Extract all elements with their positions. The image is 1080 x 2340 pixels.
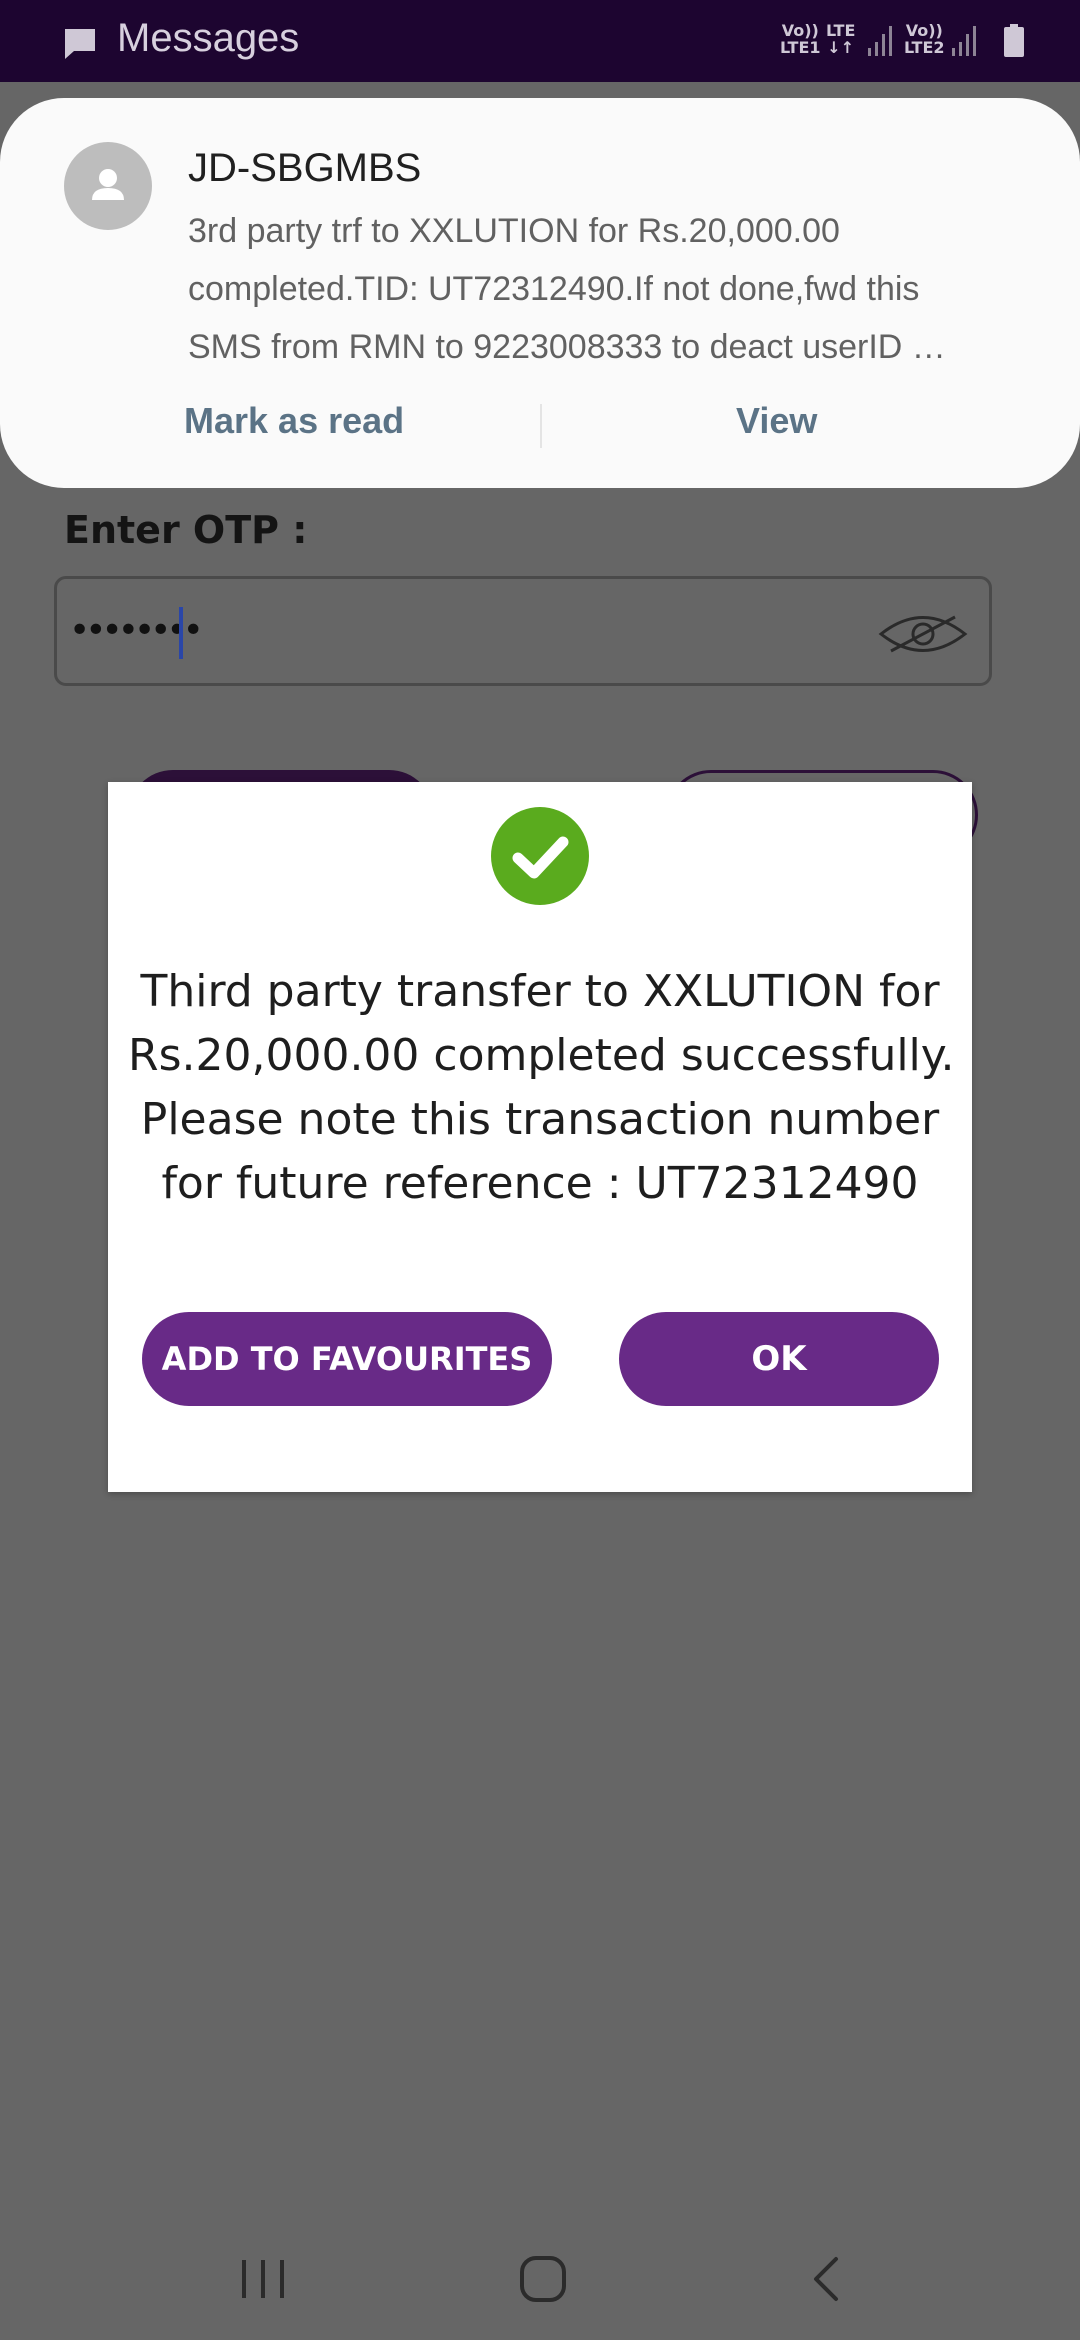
status-bar: Messages Vo)) LTE1 LTE ↓↑ Vo)) LTE2 <box>0 0 1080 82</box>
sim1-network: LTE1 <box>780 38 821 57</box>
sim2-network: LTE2 <box>904 38 945 57</box>
person-avatar-icon <box>64 142 152 230</box>
eye-slash-icon[interactable] <box>873 609 973 659</box>
success-dialog: Third party transfer to XXLUTION for Rs.… <box>108 782 972 1492</box>
success-check-icon <box>491 807 589 905</box>
dialog-message-line: Rs.20,000.00 completed successfully. <box>128 1030 955 1081</box>
dialog-message-line: Please note this transaction number <box>140 1094 940 1145</box>
mark-as-read-button[interactable]: Mark as read <box>184 400 404 442</box>
notification-body: 3rd party trf to XXLUTION for Rs.20,000.… <box>188 202 1028 376</box>
sim1-indicator: Vo)) LTE1 <box>780 22 821 56</box>
add-to-favourites-button[interactable]: ADD TO FAVOURITES <box>142 1312 552 1406</box>
dialog-message: Third party transfer to XXLUTION for Rs.… <box>128 960 955 1216</box>
home-icon[interactable] <box>518 2254 568 2304</box>
otp-input[interactable]: •••••••• <box>54 576 992 686</box>
dialog-message-line: Third party transfer to XXLUTION for <box>140 966 940 1017</box>
data-arrows: ↓↑ <box>827 38 855 57</box>
sms-notification[interactable]: JD-SBGMBS 3rd party trf to XXLUTION for … <box>0 98 1080 488</box>
data-indicator: LTE ↓↑ <box>826 22 855 56</box>
notification-body-line: completed.TID: UT72312490.If not done,fw… <box>188 270 920 308</box>
ok-button[interactable]: OK <box>619 1312 939 1406</box>
sim2-indicator: Vo)) LTE2 <box>904 22 945 56</box>
signal-strength-icon <box>952 26 976 56</box>
notification-body-line: SMS from RMN to 9223008333 to deact user… <box>188 328 946 366</box>
notification-sender: JD-SBGMBS <box>188 146 422 190</box>
notification-body-line: 3rd party trf to XXLUTION for Rs.20,000.… <box>188 212 840 250</box>
signal-strength-icon <box>868 26 892 56</box>
action-divider <box>540 404 542 448</box>
otp-label: Enter OTP : <box>64 508 308 552</box>
view-button[interactable]: View <box>736 400 817 442</box>
recent-apps-icon[interactable] <box>238 2256 288 2302</box>
dialog-message-line: for future reference : UT72312490 <box>161 1158 919 1209</box>
message-icon <box>65 29 95 59</box>
battery-icon <box>1004 24 1024 57</box>
back-icon[interactable] <box>806 2254 846 2304</box>
text-cursor <box>179 607 183 659</box>
app-name: Messages <box>117 16 300 60</box>
